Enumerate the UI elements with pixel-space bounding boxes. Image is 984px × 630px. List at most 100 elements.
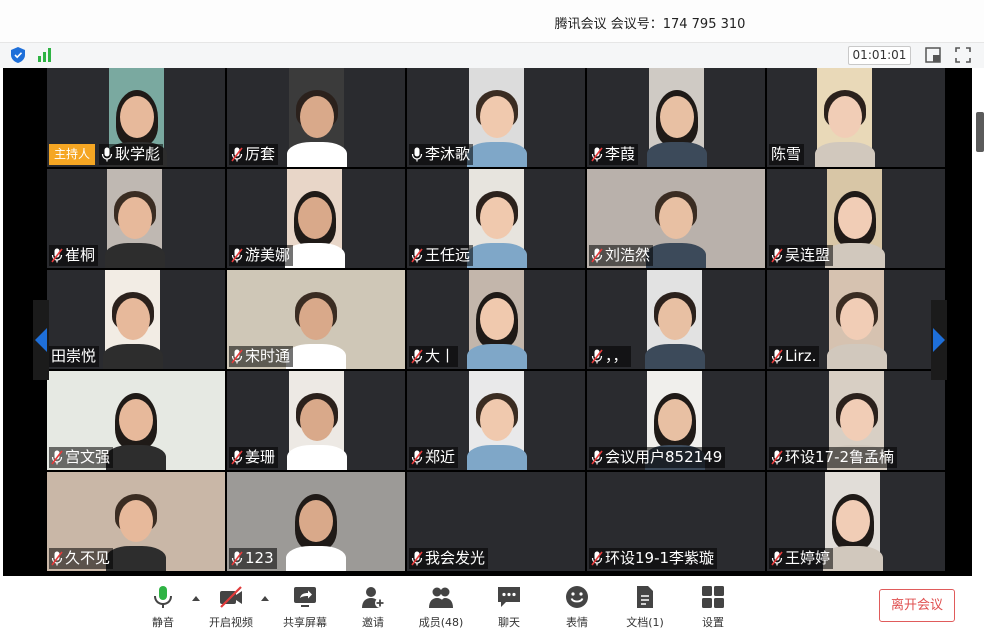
scrollbar-thumb[interactable] — [976, 112, 984, 152]
mic-muted-icon — [591, 349, 603, 364]
participant-video — [466, 68, 527, 167]
participant-name: Lirz. — [785, 347, 817, 365]
participant-tile[interactable]: 大丨 — [407, 270, 585, 369]
participant-tile[interactable]: 李葭 — [587, 68, 765, 167]
participant-name-tag: 姜珊 — [229, 447, 279, 468]
meeting-title: 腾讯会议 会议号：174 795 310 — [554, 17, 746, 32]
participant-tile[interactable]: 李沐歌 — [407, 68, 585, 167]
mic-muted-icon — [591, 248, 603, 263]
meeting-toolbar: 静音 开启视频 共享屏幕 邀请 成员(48) 聊天 表情 文档(1) 设置 离开… — [0, 576, 984, 629]
participant-video — [466, 270, 527, 369]
meeting-timer: 01:01:01 — [848, 46, 911, 65]
host-badge: 主持人 — [49, 144, 96, 165]
mic-muted-icon — [771, 450, 783, 465]
participant-name: 123 — [245, 549, 274, 567]
mic-muted-icon — [231, 450, 243, 465]
participant-video — [814, 68, 875, 167]
participant-name-tag: 郑近 — [409, 447, 459, 468]
participant-name: 宫文强 — [65, 448, 111, 466]
participant-video — [466, 371, 527, 470]
mic-muted-icon — [411, 248, 423, 263]
participant-name-tag: 李沐歌 — [409, 144, 474, 165]
video-button[interactable]: 开启视频 — [203, 584, 259, 630]
mic-muted-icon — [771, 551, 783, 566]
members-icon — [429, 587, 453, 608]
participant-name: 环设19-1李紫璇 — [605, 549, 715, 567]
participant-tile[interactable]: 王婷婷 — [767, 472, 945, 571]
participant-name: 我会发光 — [425, 549, 486, 567]
prev-page-arrow-icon[interactable] — [33, 300, 49, 380]
mic-on-icon — [411, 147, 423, 162]
mic-muted-icon — [231, 551, 243, 566]
participant-name-tag: 久不见 — [49, 548, 114, 569]
participant-name: 王婷婷 — [785, 549, 831, 567]
participant-tile[interactable]: 游美娜 — [227, 169, 405, 268]
participant-name-tag: 宫文强 — [49, 447, 114, 468]
participant-tile[interactable]: 崔桐 — [47, 169, 225, 268]
members-button[interactable]: 成员(48) — [413, 584, 469, 630]
participant-name: 游美娜 — [245, 246, 291, 264]
participant-name-tag: 大丨 — [409, 346, 459, 367]
invite-button[interactable]: 邀请 — [345, 584, 401, 630]
participant-tile[interactable]: 宫文强 — [47, 371, 225, 470]
participant-name-tag: 环设19-1李紫璇 — [589, 548, 718, 569]
participant-tile[interactable]: Lirz. — [767, 270, 945, 369]
participant-tile[interactable]: 宋时通 — [227, 270, 405, 369]
share-screen-icon — [294, 587, 316, 607]
participant-tile[interactable]: 厉套 — [227, 68, 405, 167]
mute-button[interactable]: 静音 — [135, 584, 191, 630]
participant-video — [104, 169, 165, 268]
participant-tile[interactable]: 陈雪 — [767, 68, 945, 167]
participant-tile[interactable]: 123 — [227, 472, 405, 571]
participant-name: 宋时通 — [245, 347, 291, 365]
chat-button[interactable]: 聊天 — [481, 584, 537, 630]
layout-toggle-icon[interactable] — [924, 46, 942, 64]
participant-tile[interactable]: ，， — [587, 270, 765, 369]
invite-label: 邀请 — [362, 616, 384, 629]
participant-tile[interactable]: 环设17-2鲁孟楠 — [767, 371, 945, 470]
participant-tile[interactable]: 田崇悦 — [47, 270, 225, 369]
participant-video — [644, 270, 705, 369]
chat-icon — [498, 587, 520, 607]
participant-tile[interactable]: 环设19-1李紫璇 — [587, 472, 765, 571]
participant-name-tag: 陈雪 — [769, 144, 805, 165]
network-signal-icon[interactable] — [37, 48, 53, 62]
next-page-arrow-icon[interactable] — [931, 300, 947, 380]
participant-name: 王任远 — [425, 246, 471, 264]
share-label: 共享屏幕 — [283, 616, 327, 629]
participant-name: 耿学彪 — [115, 145, 161, 163]
mic-muted-icon — [591, 551, 603, 566]
participant-name: 久不见 — [65, 549, 111, 567]
participant-tile[interactable]: 我会发光 — [407, 472, 585, 571]
share-screen-button[interactable]: 共享屏幕 — [277, 584, 333, 630]
mic-muted-icon — [591, 450, 603, 465]
video-options-caret-icon[interactable] — [261, 596, 269, 601]
participant-tile[interactable]: 王任远 — [407, 169, 585, 268]
mic-muted-icon — [411, 349, 423, 364]
mic-muted-icon — [231, 248, 243, 263]
participant-name: 李葭 — [605, 145, 636, 163]
mic-muted-icon — [411, 450, 423, 465]
participant-tile[interactable]: 久不见 — [47, 472, 225, 571]
participant-name-tag: 我会发光 — [409, 548, 489, 569]
participant-tile[interactable]: 会议用户852149 — [587, 371, 765, 470]
leave-meeting-button[interactable]: 离开会议 — [879, 589, 955, 622]
participant-tile[interactable]: 主持人 耿学彪 — [47, 68, 225, 167]
documents-button[interactable]: 文档(1) — [617, 584, 673, 630]
settings-button[interactable]: 设置 — [685, 584, 741, 630]
fullscreen-icon[interactable] — [954, 46, 972, 64]
document-icon — [637, 586, 653, 608]
participant-tile[interactable]: 姜珊 — [227, 371, 405, 470]
participant-tile[interactable]: 刘浩然 — [587, 169, 765, 268]
security-shield-icon[interactable] — [11, 47, 25, 63]
participant-name-tag: 游美娜 — [229, 245, 294, 266]
participant-tile[interactable]: 郑近 — [407, 371, 585, 470]
participant-name-tag: 123 — [229, 548, 277, 569]
audio-options-caret-icon[interactable] — [192, 596, 200, 601]
settings-label: 设置 — [702, 616, 724, 629]
participant-video — [102, 270, 163, 369]
participant-tile[interactable]: 吴连盟 — [767, 169, 945, 268]
window-titlebar: 腾讯会议 会议号：174 795 310 — [0, 0, 984, 43]
reactions-button[interactable]: 表情 — [549, 584, 605, 630]
participant-name-tag: ，， — [589, 346, 631, 367]
